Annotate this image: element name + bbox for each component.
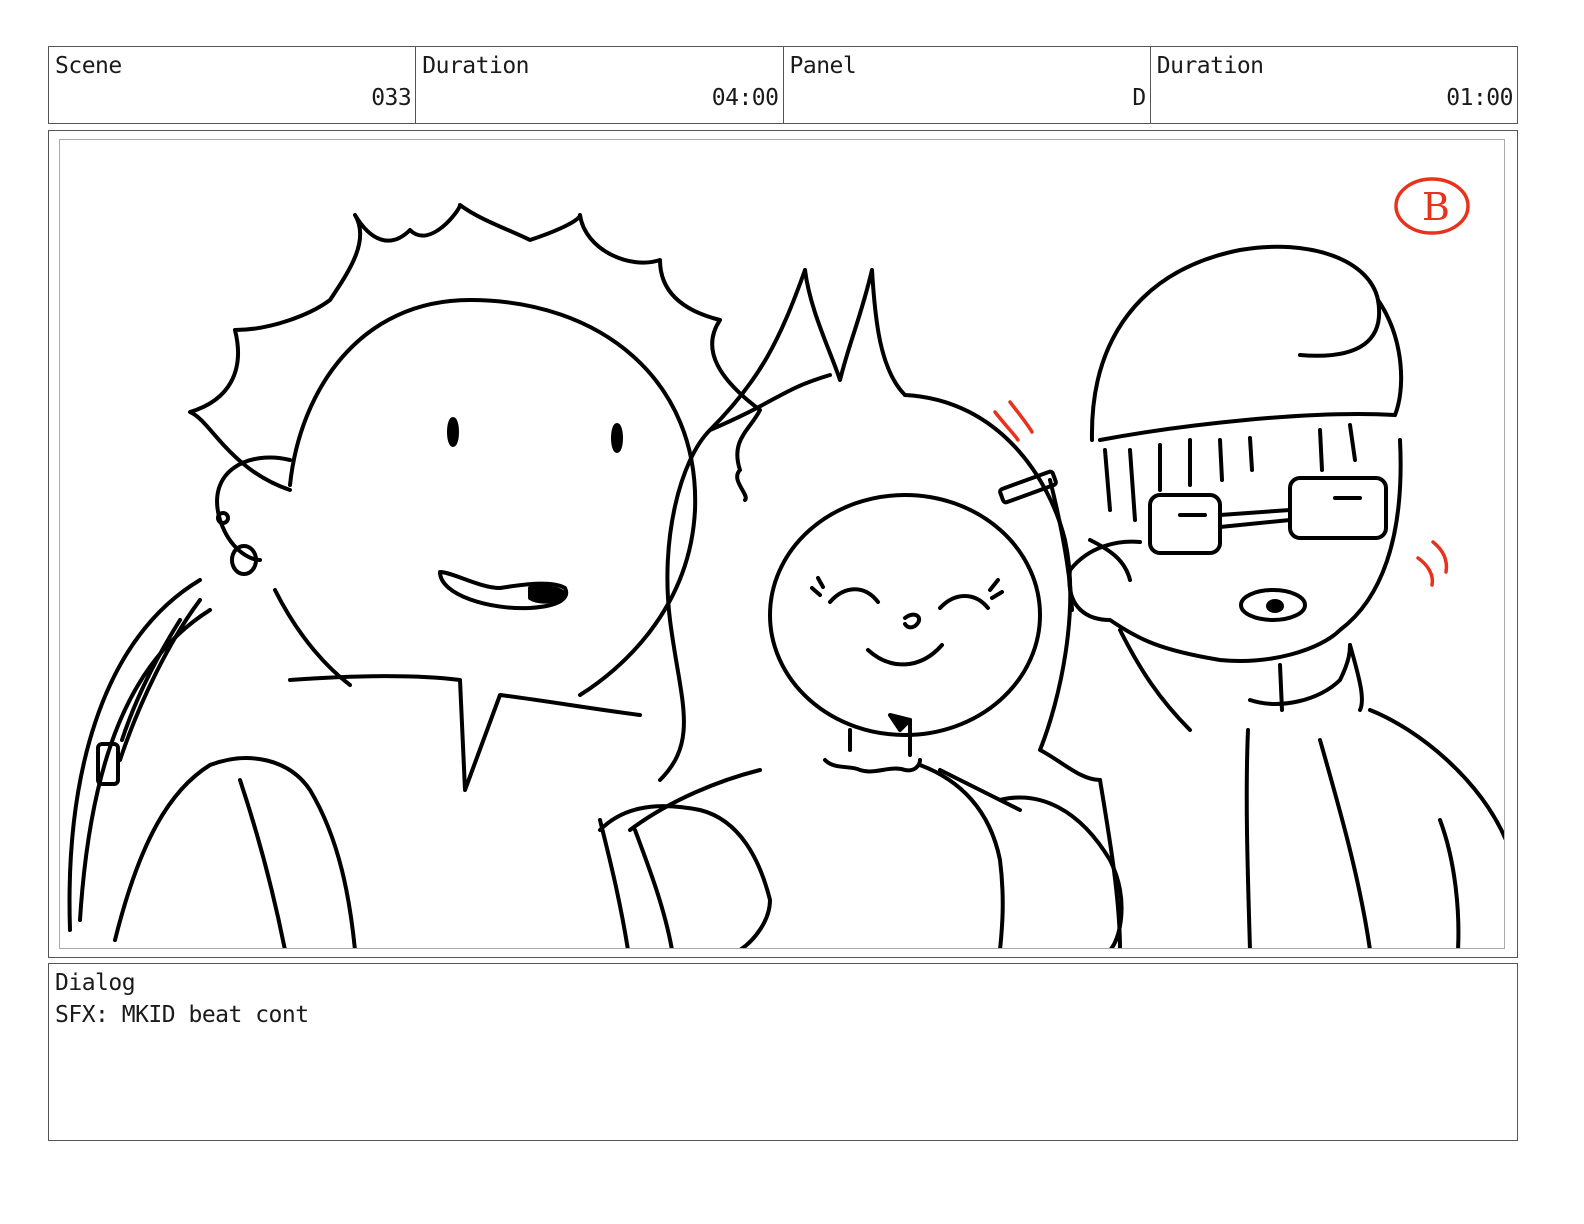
scene-duration-value: 04:00: [711, 85, 779, 111]
panel-id: D: [1132, 85, 1146, 111]
dialog-text: SFX: MKID beat cont: [55, 1002, 309, 1028]
scene-label: Scene: [55, 53, 122, 79]
dialog-box: Dialog SFX: MKID beat cont: [48, 963, 1518, 1141]
panel-duration-cell: Duration 01:00: [1151, 47, 1517, 123]
left-character-eye-left: [447, 417, 459, 447]
storyboard-header: Scene 033 Duration 04:00 Panel D Duratio…: [48, 46, 1518, 124]
middle-character-head: [768, 493, 1042, 737]
panel-label: Panel: [789, 53, 857, 79]
middle-character-smile: [866, 643, 944, 667]
panel-mark-letter: B: [1422, 185, 1450, 229]
left-character-eye-right: [611, 423, 623, 453]
left-character-head: [288, 298, 698, 697]
right-character-glasses-right: [1288, 476, 1388, 540]
middle-character-eye-left: [828, 587, 880, 604]
right-character-body: [1244, 728, 1252, 948]
scene-cell: Scene 033: [49, 47, 417, 123]
panel-frame: B: [48, 130, 1518, 958]
scene-duration-label: Duration: [422, 53, 530, 79]
left-character-body: [113, 756, 357, 948]
left-character-stud: [216, 511, 230, 525]
scene-number: 033: [371, 85, 412, 111]
panel-duration-label: Duration: [1156, 53, 1264, 79]
right-character-beanie: [1089, 244, 1382, 442]
scene-duration-cell: Duration 04:00: [416, 47, 784, 123]
middle-character-eye-right: [938, 594, 990, 610]
middle-character-nose: [903, 612, 922, 630]
left-character-jaw: [273, 588, 352, 687]
left-character-collar: [288, 674, 642, 792]
right-character-glasses-left: [1148, 493, 1222, 555]
dialog-label: Dialog: [55, 970, 136, 996]
panel-duration-value: 01:00: [1446, 85, 1513, 111]
surprise-mark-right: [1416, 540, 1449, 587]
middle-character-ruffle: [823, 758, 922, 774]
right-character-face: [1067, 438, 1403, 663]
panel-sketch: B: [67, 177, 1504, 948]
panel-cell: Panel D: [784, 47, 1151, 123]
panel-drawing-area: B: [59, 139, 1505, 949]
